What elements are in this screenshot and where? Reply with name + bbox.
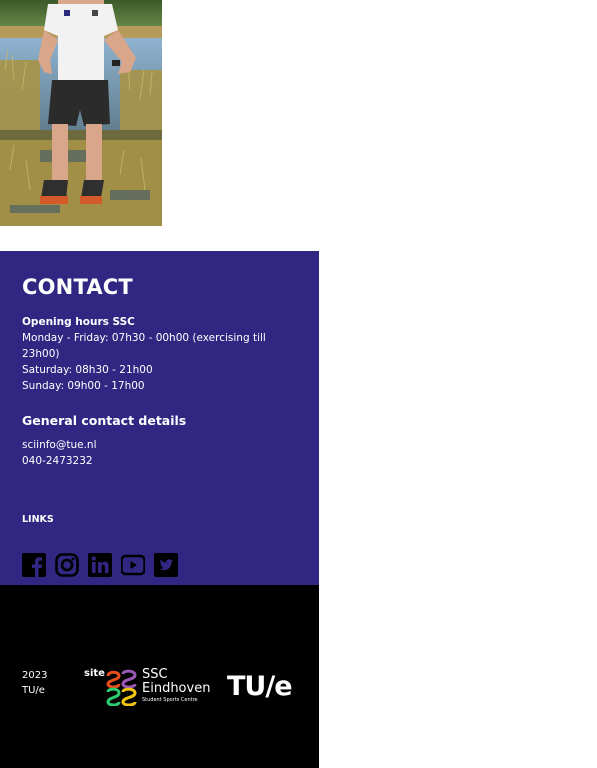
links-title: LINKS bbox=[22, 514, 54, 525]
hours-saturday: Saturday: 08h30 - 21h00 bbox=[22, 364, 153, 376]
hours-weekdays: Monday - Friday: 07h30 - 00h00 (exercisi… bbox=[22, 332, 266, 360]
copyright: 2023 TU/e bbox=[22, 668, 47, 698]
footer: 2023 TU/e site SSC Eindhoven Student Spo… bbox=[0, 585, 319, 768]
ssc-eindhoven-logo[interactable]: SSC Eindhoven Student Sports Centre bbox=[105, 668, 213, 708]
contact-details-title: General contact details bbox=[22, 413, 187, 428]
copyright-year: 2023 bbox=[22, 670, 48, 681]
linkedin-icon[interactable] bbox=[88, 553, 112, 577]
ssc-subtitle: Student Sports Centre bbox=[142, 697, 198, 703]
tue-logo[interactable]: TU/e bbox=[227, 671, 293, 702]
ssc-name-line1: SSC bbox=[142, 667, 168, 682]
contact-title: CONTACT bbox=[22, 275, 133, 299]
youtube-icon[interactable] bbox=[121, 553, 145, 577]
opening-hours-label: Opening hours SSC bbox=[22, 316, 135, 328]
runner-photo bbox=[0, 0, 162, 226]
hours-sunday: Sunday: 09h00 - 17h00 bbox=[22, 380, 145, 392]
opening-hours: Opening hours SSC Monday - Friday: 07h30… bbox=[22, 314, 287, 394]
facebook-icon[interactable] bbox=[22, 553, 46, 577]
copyright-org: TU/e bbox=[22, 685, 45, 696]
site-label[interactable]: site bbox=[84, 668, 105, 679]
contact-details: sciinfo@tue.nl 040-2473232 bbox=[22, 437, 97, 469]
instagram-icon[interactable] bbox=[55, 553, 79, 577]
ssc-name: SSC Eindhoven bbox=[142, 668, 210, 696]
ssc-name-line2: Eindhoven bbox=[142, 681, 211, 696]
social-icons bbox=[22, 553, 178, 577]
contact-section: CONTACT Opening hours SSC Monday - Frida… bbox=[0, 251, 319, 585]
email-link[interactable]: sciinfo@tue.nl bbox=[22, 437, 97, 453]
phone-link[interactable]: 040-2473232 bbox=[22, 453, 97, 469]
twitter-icon[interactable] bbox=[154, 553, 178, 577]
ssc-mark-icon bbox=[106, 669, 137, 706]
page: CONTACT Opening hours SSC Monday - Frida… bbox=[0, 0, 597, 768]
